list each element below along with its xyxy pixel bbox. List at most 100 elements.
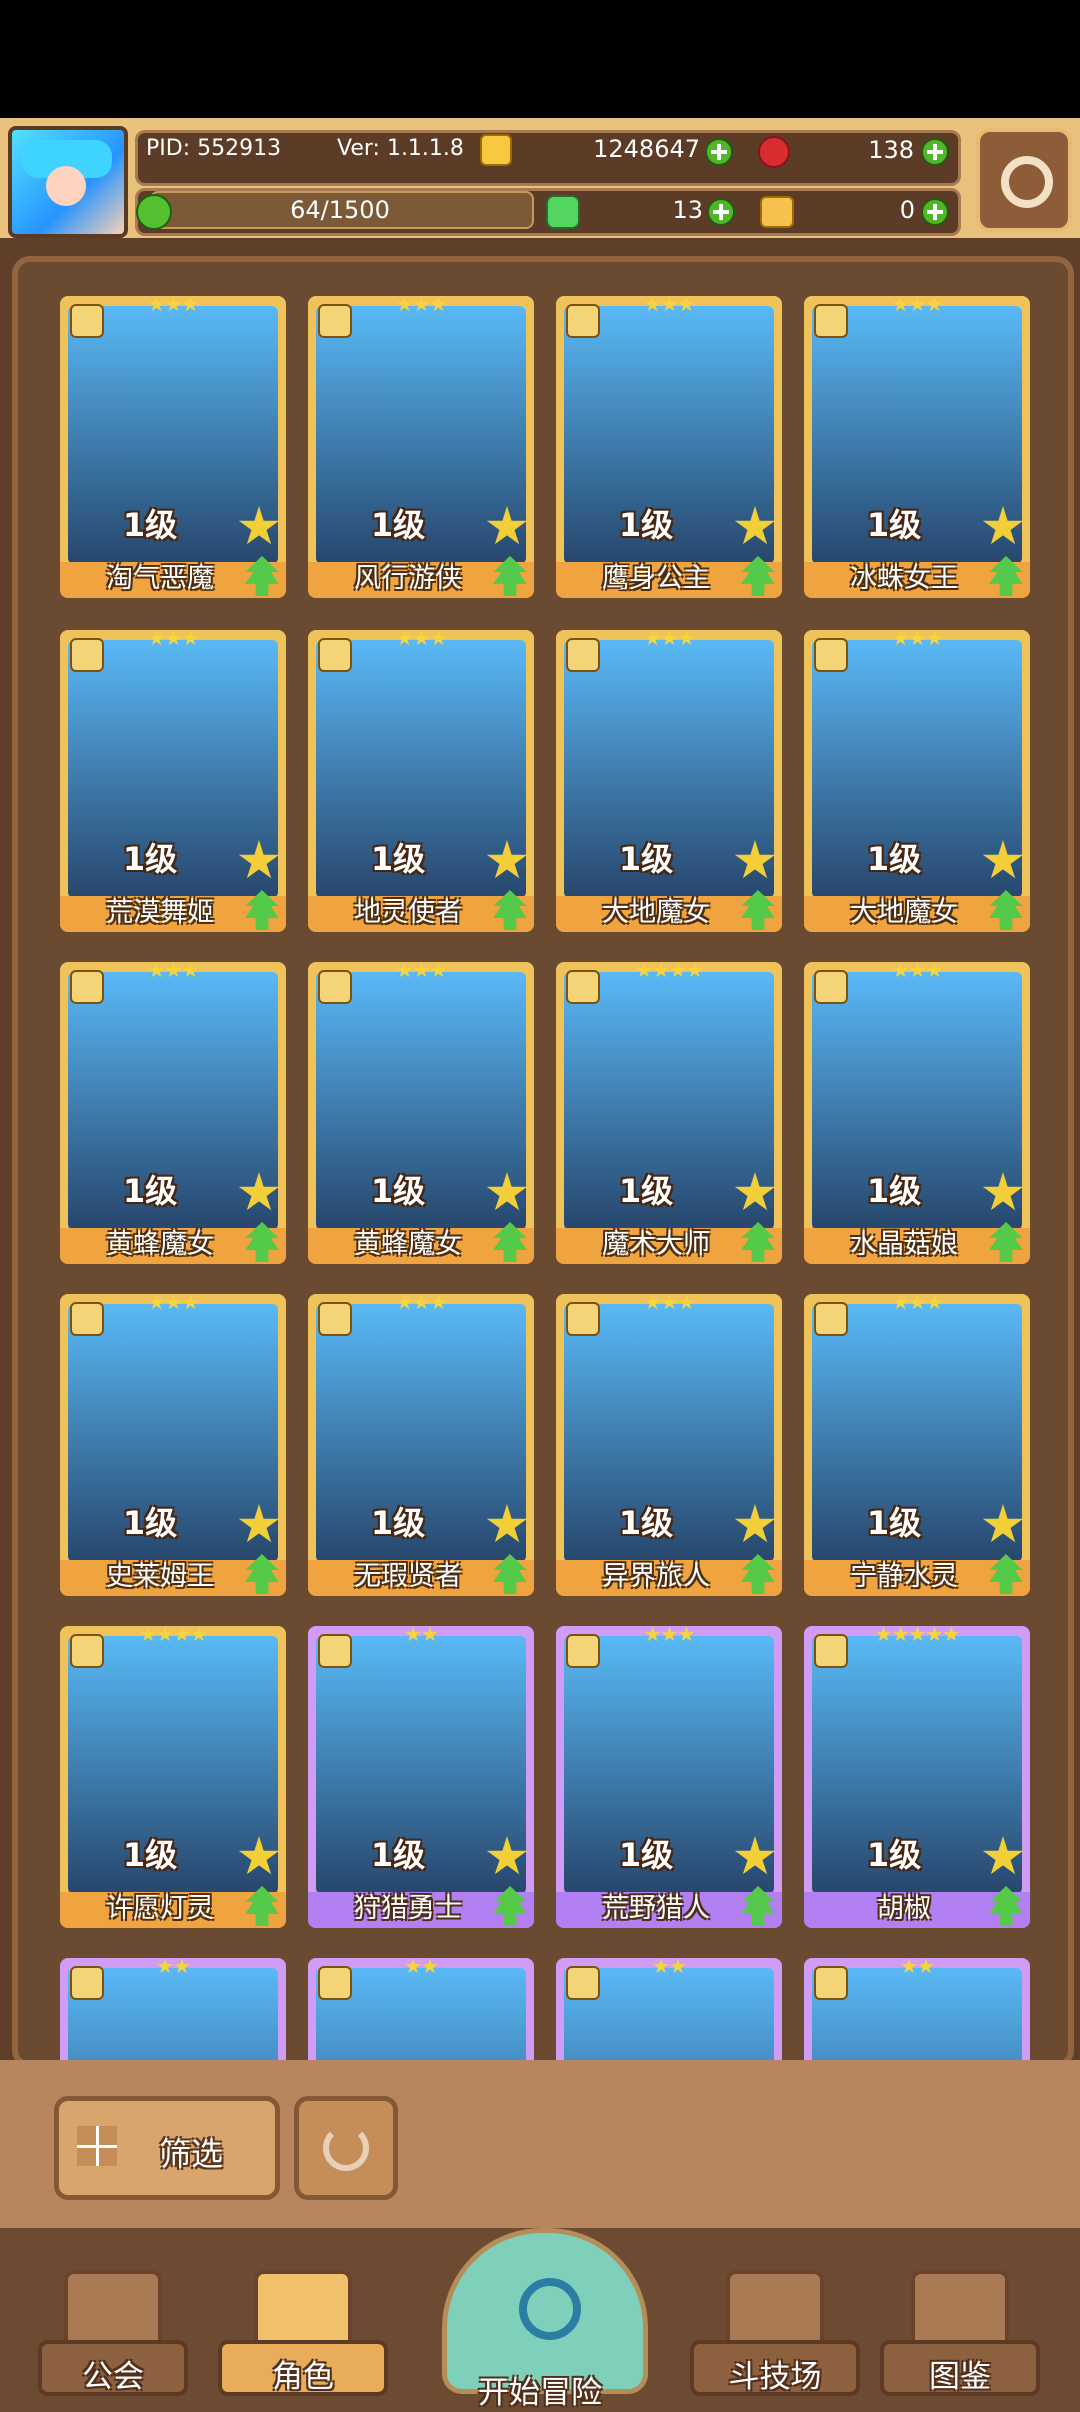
character-name: 狩猎勇士 bbox=[354, 1893, 462, 1924]
bottom-navigation: 公会 角色 开始冒险 斗技场 图鉴 bbox=[0, 2228, 1080, 2412]
player-id: PID: 552913 bbox=[146, 136, 282, 161]
gear-center bbox=[1013, 168, 1025, 180]
red-gem-icon bbox=[758, 136, 790, 168]
rarity-stars: ★★★★ bbox=[635, 962, 704, 982]
add-gold-button[interactable] bbox=[705, 138, 733, 166]
character-name: 鹰身公主 bbox=[602, 563, 710, 594]
rarity-stars: ★★★ bbox=[643, 1626, 696, 1646]
rarity-stars: ★★ bbox=[404, 1958, 439, 1978]
character-card[interactable]: ★★★ 1级黄蜂魔女 bbox=[60, 962, 286, 1264]
character-card[interactable]: ★★★ 1级 黄蜂魔女 bbox=[308, 962, 534, 1264]
character-card[interactable]: ★★★ 1级 荒野猎人 bbox=[556, 1626, 782, 1928]
character-card[interactable]: ★★★ 1级 宁静水灵 bbox=[804, 1294, 1030, 1596]
nav-guild-label: 公会 bbox=[82, 2359, 144, 2395]
add-key-button[interactable] bbox=[921, 198, 949, 226]
add-clover-button[interactable] bbox=[707, 198, 735, 226]
character-name: 异界旅人 bbox=[602, 1561, 710, 1592]
character-level: 1级 bbox=[122, 1172, 178, 1210]
character-level: 1级 bbox=[866, 1836, 922, 1874]
character-card[interactable]: ★★★★ 1级许愿灯灵 bbox=[60, 1626, 286, 1928]
character-card[interactable]: ★★★ 1级 鹰身公主 bbox=[556, 296, 782, 598]
rarity-stars: ★★★ bbox=[395, 630, 448, 650]
rarity-stars: ★★★ bbox=[147, 296, 200, 316]
nav-arena-label: 斗技场 bbox=[728, 2359, 822, 2395]
character-level: 1级 bbox=[370, 840, 426, 878]
rarity-stars: ★★★ bbox=[891, 1294, 944, 1314]
character-name: 宁静水灵 bbox=[850, 1561, 958, 1592]
character-card[interactable]: ★★★★ 1级魔术大师 bbox=[556, 962, 782, 1264]
nav-character[interactable]: 角色 bbox=[218, 2270, 388, 2396]
filter-icon bbox=[77, 2126, 117, 2166]
character-level: 1级 bbox=[370, 506, 426, 544]
character-card[interactable]: ★★★ 1级 地灵使者 bbox=[308, 630, 534, 932]
nav-codex-label: 图鉴 bbox=[929, 2359, 991, 2395]
nav-adventure[interactable]: 开始冒险 bbox=[418, 2228, 662, 2412]
character-card[interactable]: ★★★ 1级 无瑕贤者 bbox=[308, 1294, 534, 1596]
character-name: 魔术大师 bbox=[602, 1229, 710, 1260]
nav-guild[interactable]: 公会 bbox=[38, 2270, 188, 2396]
character-card[interactable]: ★★★ 1级 大地魔女 bbox=[556, 630, 782, 932]
rarity-stars: ★★★ bbox=[147, 962, 200, 982]
rarity-stars: ★★★★ bbox=[139, 1626, 208, 1646]
character-level: 1级 bbox=[122, 1504, 178, 1542]
rarity-stars: ★★★ bbox=[643, 1294, 696, 1314]
character-level: 1级 bbox=[122, 840, 178, 878]
character-card[interactable]: ★★★ 1级 水晶菇娘 bbox=[804, 962, 1030, 1264]
character-panel: ★★★ 1级 淘气恶魔 ★★★ 1级 风行游侠 ★★★ 1级 鹰身公主 ★★★ 1级 冰蛛女王 ★★★ 1… bbox=[0, 238, 1080, 2260]
clover-icon bbox=[546, 195, 580, 229]
character-level: 1级 bbox=[122, 1836, 178, 1874]
key-amount: 0 bbox=[899, 196, 915, 224]
character-name: 胡椒 bbox=[877, 1893, 931, 1924]
character-card[interactable]: ★★★ 1级 荒漠舞姬 bbox=[60, 630, 286, 932]
character-name: 冰蛛女王 bbox=[850, 563, 958, 594]
character-name: 荒漠舞姬 bbox=[106, 897, 214, 928]
character-level: 1级 bbox=[122, 506, 178, 544]
character-level: 1级 bbox=[618, 840, 674, 878]
character-card[interactable]: ★★★ 1级 淘气恶魔 bbox=[60, 296, 286, 598]
character-grid-frame: ★★★ 1级 淘气恶魔 ★★★ 1级 风行游侠 ★★★ 1级 鹰身公主 ★★★ 1级 冰蛛女王 ★★★ 1… bbox=[12, 256, 1074, 2260]
character-level: 1级 bbox=[866, 506, 922, 544]
rarity-stars: ★★★ bbox=[643, 296, 696, 316]
character-name: 许愿灯灵 bbox=[106, 1893, 214, 1924]
character-level: 1级 bbox=[370, 1836, 426, 1874]
character-name: 风行游侠 bbox=[354, 563, 462, 594]
character-card[interactable]: ★★★ 1级异界旅人 bbox=[556, 1294, 782, 1596]
character-name: 大地魔女 bbox=[850, 897, 958, 928]
add-gem-button[interactable] bbox=[921, 138, 949, 166]
rarity-stars: ★★ bbox=[652, 1958, 687, 1978]
clover-amount: 13 bbox=[672, 196, 703, 224]
rarity-stars: ★★★ bbox=[147, 1294, 200, 1314]
character-card[interactable]: ★★★ 1级史莱姆王 bbox=[60, 1294, 286, 1596]
rarity-stars: ★★★ bbox=[891, 962, 944, 982]
nav-codex[interactable]: 图鉴 bbox=[880, 2270, 1040, 2396]
filter-bar: 筛选 bbox=[0, 2060, 1080, 2228]
character-card[interactable]: ★★★ 1级 大地魔女 bbox=[804, 630, 1030, 932]
character-level: 1级 bbox=[618, 1172, 674, 1210]
rarity-stars: ★★★ bbox=[395, 962, 448, 982]
character-card[interactable]: ★★★★★ 1级胡椒 bbox=[804, 1626, 1030, 1928]
rarity-stars: ★★ bbox=[404, 1626, 439, 1646]
rarity-stars: ★★★ bbox=[891, 296, 944, 316]
nav-arena[interactable]: 斗技场 bbox=[690, 2270, 860, 2396]
gem-amount: 138 bbox=[868, 136, 914, 164]
avatar-face bbox=[46, 166, 86, 206]
character-name: 史莱姆王 bbox=[106, 1561, 214, 1592]
player-avatar[interactable] bbox=[8, 126, 128, 238]
gold-coin-icon bbox=[480, 134, 512, 166]
character-card[interactable]: ★★★ 1级 风行游侠 bbox=[308, 296, 534, 598]
gear-icon bbox=[1001, 156, 1053, 208]
rarity-stars: ★★ bbox=[900, 1958, 935, 1978]
character-card[interactable]: ★★★ 1级冰蛛女王 bbox=[804, 296, 1030, 598]
refresh-button[interactable] bbox=[294, 2096, 398, 2200]
character-name: 黄蜂魔女 bbox=[354, 1229, 462, 1260]
rarity-stars: ★★★★★ bbox=[874, 1626, 961, 1646]
character-name: 大地魔女 bbox=[602, 897, 710, 928]
version-label: Ver: 1.1.1.8 bbox=[337, 136, 464, 161]
nav-adventure-label: 开始冒险 bbox=[478, 2375, 602, 2411]
settings-button[interactable] bbox=[976, 128, 1072, 232]
character-name: 黄蜂魔女 bbox=[106, 1229, 214, 1260]
filter-button[interactable]: 筛选 bbox=[54, 2096, 280, 2200]
character-level: 1级 bbox=[866, 840, 922, 878]
character-card[interactable]: ★★ 1级狩猎勇士 bbox=[308, 1626, 534, 1928]
character-level: 1级 bbox=[618, 1504, 674, 1542]
